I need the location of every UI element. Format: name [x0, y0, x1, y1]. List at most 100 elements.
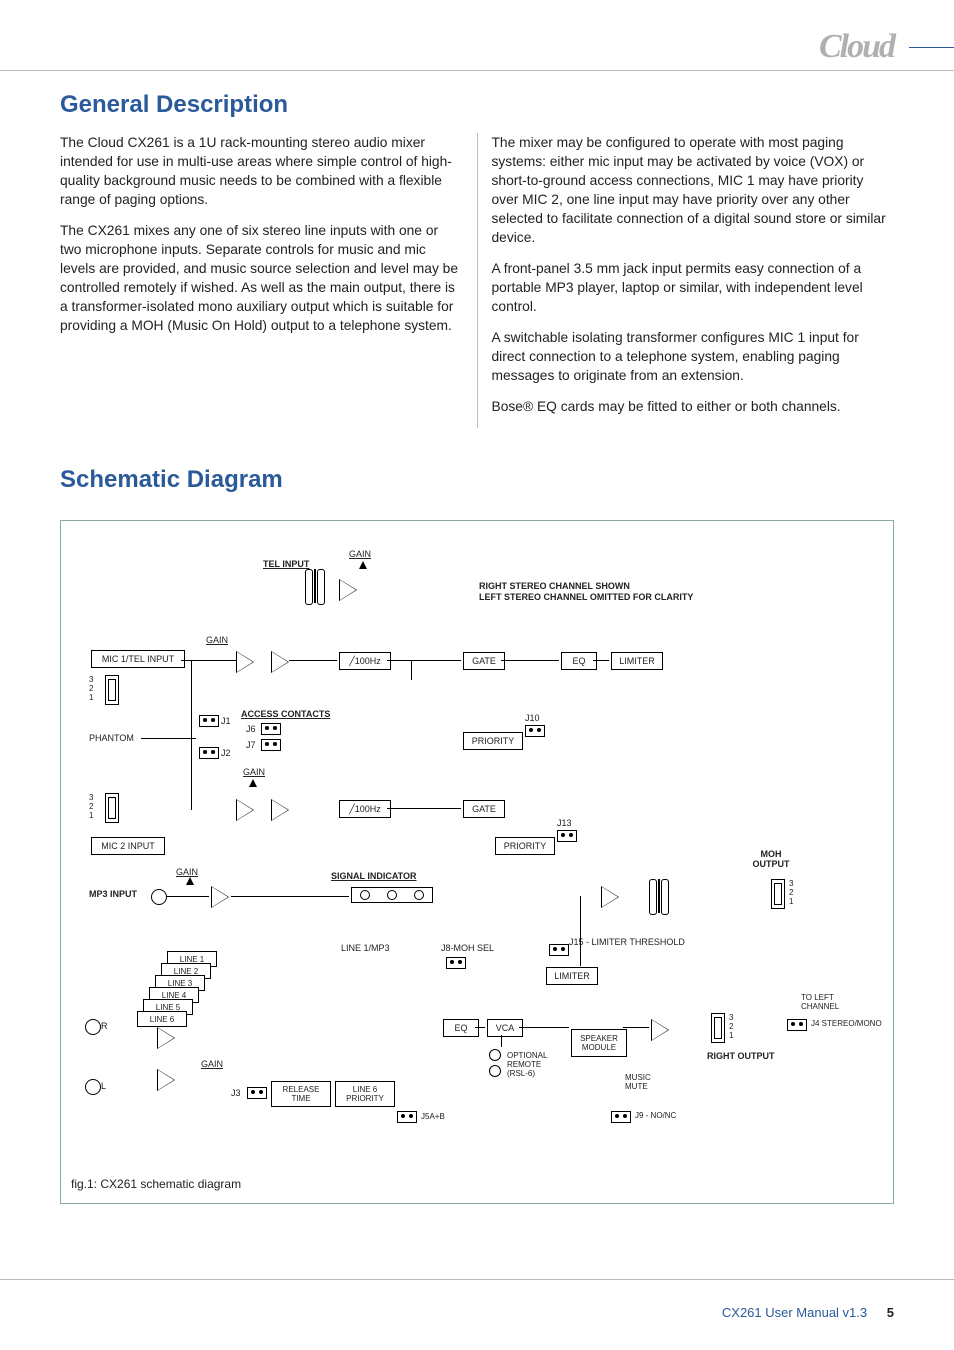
lbl-r: R [101, 1021, 108, 1031]
knob-icon [489, 1049, 501, 1061]
blk-limiter-2: LIMITER [546, 967, 598, 985]
note-left-omitted: LEFT STEREO CHANNEL OMITTED FOR CLARITY [479, 592, 693, 602]
amp-icon [271, 651, 289, 673]
lbl-j13: J13 [557, 818, 572, 828]
blk-eq-1: EQ [561, 652, 597, 670]
lbl-line1mp3: LINE 1/MP3 [341, 943, 390, 953]
amp-icon [601, 886, 619, 908]
amp-icon [157, 1027, 175, 1049]
jumper-j2 [199, 747, 219, 759]
lbl-music-mute: MUSIC MUTE [625, 1073, 665, 1091]
mic2-pins: 3 2 1 [89, 793, 93, 820]
lbl-moh: MOH OUTPUT [741, 849, 801, 869]
blk-eq-out: EQ [443, 1019, 479, 1037]
rout-pins: 3 2 1 [729, 1013, 733, 1040]
amp-icon [651, 1019, 669, 1041]
jumper-j4 [787, 1019, 807, 1031]
amp-icon [339, 579, 357, 601]
arrow-icon [186, 877, 194, 885]
lbl-mp3: MP3 INPUT [89, 889, 137, 899]
footer-title: CX261 User Manual v1.3 [722, 1305, 867, 1320]
amp-icon [236, 799, 254, 821]
amp-icon [211, 886, 229, 908]
signal-indicator-icon [351, 887, 433, 903]
transformer-icon [645, 879, 673, 913]
lbl-gain-line: GAIN [201, 1059, 223, 1069]
lbl-to-left: TO LEFT CHANNEL [801, 993, 861, 1011]
jumper-j13 [557, 830, 577, 842]
lbl-j5: J5A+B [421, 1112, 445, 1121]
jack-l [85, 1079, 101, 1095]
jack-r [85, 1019, 101, 1035]
lbl-j4: J4 STEREO/MONO [811, 1019, 882, 1028]
gd-p4: A front-panel 3.5 mm jack input permits … [492, 259, 895, 316]
gd-p6: Bose® EQ cards may be fitted to either o… [492, 397, 895, 416]
blk-speaker-module: SPEAKER MODULE [571, 1029, 627, 1057]
mic2-port-icon [105, 793, 119, 823]
lbl-mic1: MIC 1/TEL INPUT [91, 650, 185, 668]
arrow-icon [249, 779, 257, 787]
blk-limiter-1: LIMITER [611, 652, 663, 670]
page-footer: CX261 User Manual v1.3 5 [722, 1305, 894, 1320]
schematic-figure: RIGHT STEREO CHANNEL SHOWN LEFT STEREO C… [60, 520, 894, 1204]
lbl-gain-mp3: GAIN [176, 867, 198, 877]
jumper-j10 [525, 725, 545, 737]
jumper-j15 [549, 944, 569, 956]
gd-p5: A switchable isolating transformer confi… [492, 328, 895, 385]
gd-p2: The CX261 mixes any one of six stereo li… [60, 221, 463, 335]
blk-line6: LINE 6 [137, 1011, 187, 1027]
lbl-phantom: PHANTOM [89, 733, 134, 743]
lbl-tel-input: TEL INPUT [263, 559, 309, 569]
jumper-j3 [247, 1087, 267, 1099]
lbl-gain-mic2: GAIN [243, 767, 265, 777]
heading-general-description: General Description [60, 91, 894, 119]
heading-schematic: Schematic Diagram [60, 466, 894, 494]
arrow-icon [359, 561, 367, 569]
blk-gate-1: GATE [463, 652, 505, 670]
jumper-j7 [261, 739, 281, 751]
lbl-j8: J8-MOH SEL [441, 943, 494, 953]
lbl-mic2: MIC 2 INPUT [91, 837, 165, 855]
lbl-signal-indicator: SIGNAL INDICATOR [331, 871, 417, 881]
brand-logo: Cloud [819, 28, 894, 66]
blk-vca: VCA [487, 1019, 523, 1037]
gd-p3: The mixer may be configured to operate w… [492, 133, 895, 247]
lbl-j10: J10 [525, 713, 540, 723]
figure-caption: fig.1: CX261 schematic diagram [71, 1177, 883, 1191]
blk-priority-2: PRIORITY [495, 837, 555, 855]
blk-hpf-1: ╱100Hz [339, 652, 391, 670]
blk-line6pri: LINE 6 PRIORITY [335, 1081, 395, 1107]
blk-release: RELEASE TIME [271, 1081, 331, 1107]
footer-page: 5 [887, 1305, 894, 1320]
jumper-j1 [199, 715, 219, 727]
jumper-j5 [397, 1111, 417, 1123]
lbl-j3: J3 [231, 1088, 241, 1098]
amp-icon [236, 651, 254, 673]
lbl-remote: OPTIONAL REMOTE (RSL-6) [507, 1051, 563, 1078]
body-columns: The Cloud CX261 is a 1U rack-mounting st… [60, 133, 894, 428]
lbl-gain-tel: GAIN [349, 549, 371, 559]
note-right-channel: RIGHT STEREO CHANNEL SHOWN [479, 581, 630, 591]
lbl-l: L [101, 1081, 106, 1091]
moh-port [771, 879, 785, 909]
blk-priority-1: PRIORITY [463, 732, 523, 750]
lbl-j2: J2 [221, 748, 231, 758]
lbl-j9: J9 - NO/NC [635, 1111, 676, 1120]
gd-p1: The Cloud CX261 is a 1U rack-mounting st… [60, 133, 463, 209]
amp-icon [157, 1069, 175, 1091]
jumper-j9 [611, 1111, 631, 1123]
mic1-port-icon [105, 675, 119, 705]
blk-gate-2: GATE [463, 800, 505, 818]
mic1-pins: 3 2 1 [89, 675, 93, 702]
jack-icon [151, 889, 167, 905]
knob-icon [489, 1065, 501, 1077]
lbl-right-out: RIGHT OUTPUT [707, 1051, 775, 1061]
right-out-port [711, 1013, 725, 1043]
lbl-j6: J6 [246, 724, 256, 734]
lbl-access: ACCESS CONTACTS [241, 709, 330, 719]
transformer-icon [301, 569, 329, 603]
blk-hpf-2: ╱100Hz [339, 800, 391, 818]
lbl-limthr: J15 - LIMITER THRESHOLD [569, 937, 685, 947]
jumper-j8 [446, 957, 466, 969]
amp-icon [271, 799, 289, 821]
